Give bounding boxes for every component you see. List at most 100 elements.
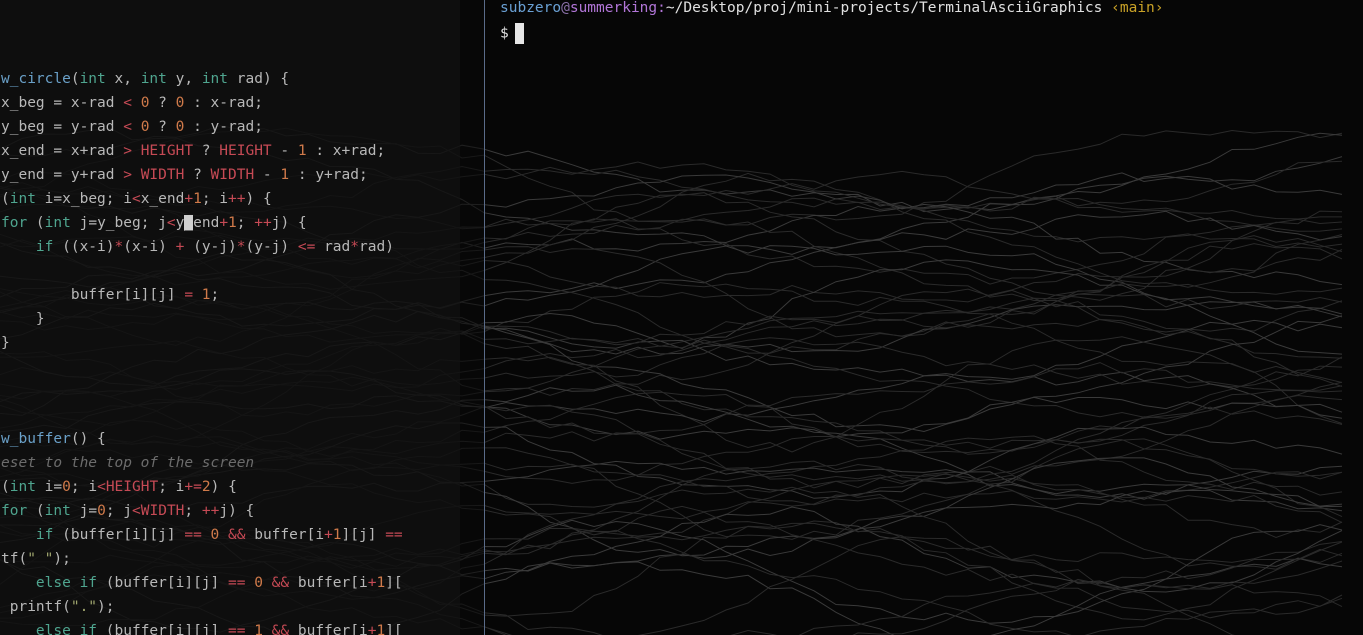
code-token: <: [123, 119, 132, 135]
code-line: eset to the top of the screen: [1, 451, 403, 475]
code-token: int: [44, 503, 71, 519]
code-token: ?: [149, 95, 176, 111]
code-token: (: [1, 479, 10, 495]
code-line: if (buffer[i][j] == 0 && buffer[i+1][j] …: [1, 523, 403, 547]
code-token: j) {: [271, 215, 307, 231]
code-token: 0: [97, 503, 106, 519]
code-token: ) {: [210, 479, 237, 495]
code-line: x_beg = x-rad < 0 ? 0 : x-rad;: [1, 91, 403, 115]
code-token: (buffer[i][j]: [53, 527, 185, 543]
code-line: w_circle(int x, int y, int rad) {: [1, 67, 403, 91]
code-token: : y+rad;: [289, 167, 368, 183]
code-token: int: [9, 479, 36, 495]
code-token: ==: [184, 527, 202, 543]
code-token: 1: [280, 167, 290, 183]
code-editor-pane[interactable]: w_circle(int x, int y, int rad) {x_beg =…: [0, 0, 460, 635]
prompt-colon: :: [657, 0, 666, 16]
code-line: y_end = y+rad > WIDTH ? WIDTH - 1 : y+ra…: [1, 163, 403, 187]
code-token: ) {: [245, 191, 272, 207]
code-token: ][: [385, 623, 403, 635]
code-token: eset to the top of the screen: [1, 455, 255, 471]
code-token: printf(: [1, 599, 71, 615]
code-token: int: [9, 191, 36, 207]
code-token: ++: [254, 215, 272, 231]
code-token: &&: [271, 575, 290, 591]
pane-divider[interactable]: [484, 0, 485, 635]
code-token: ;: [184, 503, 202, 519]
code-token: i=: [35, 479, 63, 495]
code-line: else if (buffer[i][j] == 0 && buffer[i+1…: [1, 571, 403, 595]
code-token: (: [1, 191, 10, 207]
code-line: for (int j=0; j<WIDTH; ++j) {: [1, 499, 403, 523]
code-token: WIDTH: [140, 503, 185, 519]
code-token: 2: [201, 479, 211, 495]
code-token: else: [35, 575, 71, 591]
code-token: x_beg = x-rad: [1, 95, 124, 111]
code-token: " ": [27, 551, 54, 567]
code-token: if: [79, 623, 98, 635]
code-token: j=y_beg; j: [70, 215, 167, 231]
code-token: ; j: [105, 503, 133, 519]
code-token: );: [97, 599, 115, 615]
code-token: =: [184, 287, 194, 303]
code-token: int: [44, 215, 71, 231]
code-token: +: [184, 191, 194, 207]
code-token: (y-j): [245, 239, 298, 255]
code-token: WIDTH: [140, 167, 185, 183]
prompt-at: @: [561, 0, 570, 16]
code-line: if ((x-i)*(x-i) + (y-j)*(y-j) <= rad*rad…: [1, 235, 403, 259]
code-line: printf(".");: [1, 595, 403, 619]
code-token: <=: [297, 239, 316, 255]
code-token: );: [53, 551, 71, 567]
code-token: w_buffer: [1, 431, 71, 447]
terminal-cursor: [514, 23, 524, 44]
code-token: () {: [70, 431, 106, 447]
code-token: +=: [184, 479, 202, 495]
code-token: <: [166, 215, 176, 231]
code-line: tf(" ");: [1, 547, 403, 571]
code-token: ][j]: [341, 527, 386, 543]
code-token: buffer[i: [245, 527, 325, 543]
code-token: >: [123, 143, 132, 159]
code-token: rad): [359, 239, 394, 255]
code-token: ; i: [201, 191, 229, 207]
code-token: y,: [166, 71, 202, 87]
code-token: int: [79, 71, 106, 87]
code-token: 1: [376, 575, 386, 591]
code-token: 0: [254, 575, 263, 591]
terminal-pane[interactable]: subzero@summerking:~/Desktop/proj/mini-p…: [485, 0, 1363, 635]
code-token: for: [1, 215, 28, 231]
code-token: j=: [70, 503, 98, 519]
code-token: ?: [193, 143, 220, 159]
code-token: 1: [254, 623, 263, 635]
code-token: <: [132, 503, 141, 519]
code-token: &&: [271, 623, 290, 635]
editor-cursor: _: [184, 215, 194, 231]
code-token: else: [35, 623, 71, 635]
command-input-line[interactable]: $: [500, 23, 524, 44]
code-token: 1: [193, 191, 202, 207]
code-line: }: [1, 331, 403, 355]
code-line: for (int j=y_beg; j<y_end+1; ++j) {: [1, 211, 403, 235]
code-token: HEIGHT: [105, 479, 159, 495]
code-token: rad) {: [228, 71, 290, 87]
code-token: if: [35, 239, 54, 255]
code-token: if: [79, 575, 98, 591]
code-token: >: [123, 167, 132, 183]
code-token: +: [219, 215, 229, 231]
code-token: ".": [70, 599, 98, 615]
code-token: (x-i): [123, 239, 176, 255]
code-token: *: [350, 239, 359, 255]
code-token: (buffer[i][j]: [97, 623, 228, 635]
code-token: rad: [315, 239, 351, 255]
